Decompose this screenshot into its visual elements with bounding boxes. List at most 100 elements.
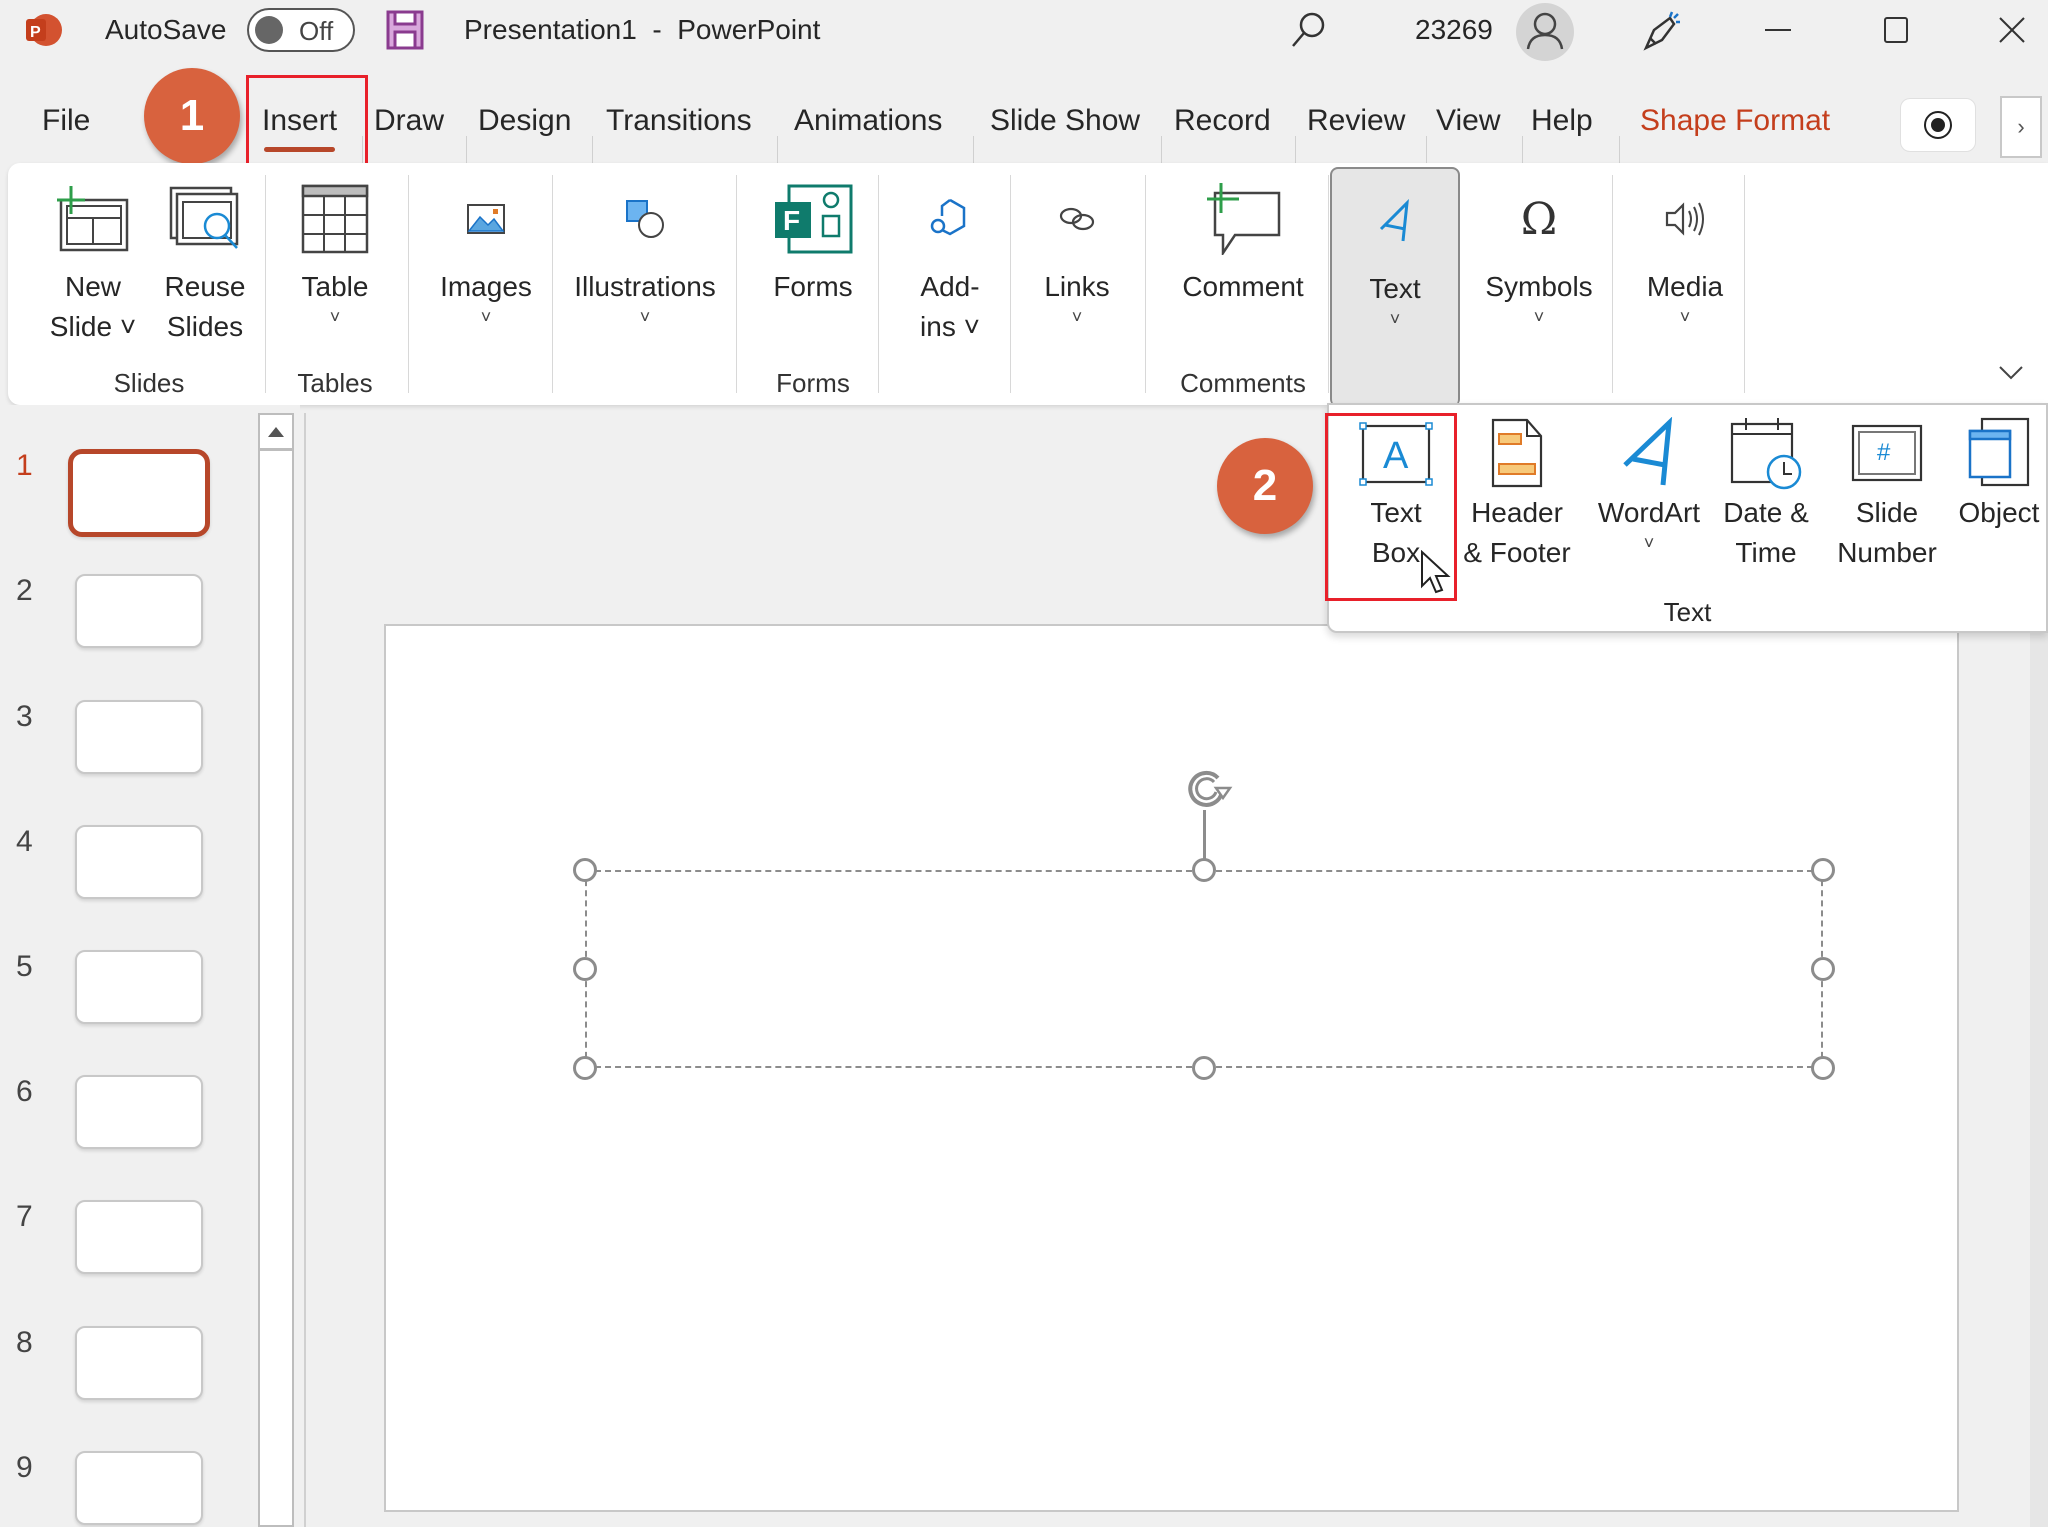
tab-review[interactable]: Review — [1303, 104, 1409, 138]
chevron-down-icon: ˅ — [1533, 307, 1545, 327]
object-button[interactable]: Object — [1949, 413, 2048, 583]
tab-record[interactable]: Record — [1170, 104, 1275, 138]
chevron-down-icon: ˅ — [329, 307, 341, 327]
slide-number-5: 5 — [16, 950, 33, 983]
powerpoint-logo-icon: P — [26, 14, 62, 46]
scroll-up-button[interactable] — [260, 415, 292, 451]
group-label-slides: Slides — [113, 368, 185, 398]
resize-handle-bottom-left[interactable] — [573, 1056, 597, 1080]
wordart-a-icon — [1379, 199, 1409, 242]
tab-animations[interactable]: Animations — [790, 104, 946, 138]
images-icon — [467, 204, 505, 234]
chevron-right-icon: › — [2017, 114, 2025, 139]
comment-label: Comment — [1182, 271, 1304, 302]
resize-handle-bottom[interactable] — [1192, 1056, 1216, 1080]
svg-text:#: # — [1877, 439, 1891, 466]
object-label: Object — [1958, 497, 2040, 528]
group-separator — [1145, 175, 1146, 393]
resize-handle-left[interactable] — [573, 957, 597, 981]
add-ins-button[interactable]: Add- ins ˅ — [888, 163, 1012, 405]
slide-thumbnail[interactable] — [75, 950, 203, 1024]
header-footer-label-2: & Footer — [1463, 537, 1571, 568]
vertical-scrollbar[interactable] — [2030, 620, 2048, 1527]
slide-thumbnail[interactable] — [75, 1075, 203, 1149]
tab-help[interactable]: Help — [1527, 104, 1597, 138]
triangle-up-icon — [268, 426, 284, 437]
pane-divider[interactable] — [304, 413, 306, 1527]
tab-design[interactable]: Design — [474, 104, 575, 138]
text-button[interactable]: Text ˅ — [1330, 167, 1460, 407]
slide-thumbnail[interactable] — [75, 700, 203, 774]
slide-canvas[interactable] — [384, 624, 1959, 1512]
minimize-button[interactable] — [1750, 6, 1806, 54]
tab-shape-format[interactable]: Shape Format — [1636, 104, 1834, 138]
header-footer-button[interactable]: Header & Footer — [1457, 413, 1577, 583]
step-2-badge: 2 — [1217, 438, 1313, 534]
rotate-handle-icon[interactable] — [1178, 762, 1234, 818]
autosave-label: AutoSave — [105, 14, 227, 45]
tab-transitions[interactable]: Transitions — [602, 104, 756, 138]
wordart-button[interactable]: WordArt ˅ — [1591, 413, 1707, 583]
wordart-label: WordArt — [1597, 497, 1701, 528]
autosave-state: Off — [299, 16, 334, 46]
tab-view[interactable]: View — [1432, 104, 1504, 138]
date-time-button[interactable]: Date & Time — [1711, 413, 1821, 583]
links-label: Links — [1044, 271, 1110, 302]
group-separator — [878, 175, 879, 393]
save-icon[interactable] — [386, 10, 424, 50]
slide-thumbnail[interactable] — [68, 449, 210, 537]
images-button[interactable]: Images ˅ — [426, 163, 546, 405]
tab-draw[interactable]: Draw — [370, 104, 448, 138]
ribbon-scroll-right-button[interactable]: › — [2000, 96, 2042, 158]
forms-icon: F — [775, 184, 853, 254]
slide-number-2: 2 — [16, 574, 33, 607]
resize-handle-top[interactable] — [1192, 858, 1216, 882]
group-separator — [265, 175, 266, 393]
designer-icon[interactable] — [1640, 8, 1686, 54]
tab-file[interactable]: File — [38, 104, 94, 138]
slide-number-7: 7 — [16, 1200, 33, 1233]
text-box-placeholder[interactable] — [585, 870, 1823, 1068]
calendar-clock-icon — [1730, 418, 1802, 490]
slide-thumbnail[interactable] — [75, 1326, 203, 1400]
slide-thumbnail[interactable] — [75, 1200, 203, 1274]
search-icon[interactable] — [1288, 10, 1328, 50]
header-footer-icon — [1491, 418, 1543, 488]
omega-icon: Ω — [1520, 193, 1558, 245]
slide-thumbnail[interactable] — [75, 574, 203, 648]
slide-thumbnail[interactable] — [75, 1451, 203, 1525]
slide-thumbnail[interactable] — [75, 825, 203, 899]
slide-number-9: 9 — [16, 1451, 33, 1484]
close-button[interactable] — [1984, 6, 2040, 54]
group-label-forms: Forms — [776, 368, 850, 398]
resize-handle-top-left[interactable] — [573, 858, 597, 882]
speaker-icon — [1665, 202, 1704, 236]
ribbon-insert: New Slide ˅ Reuse Slides Slides Table ˅ … — [8, 163, 2048, 407]
group-separator — [408, 175, 409, 393]
media-button[interactable]: Media ˅ — [1620, 163, 1750, 405]
illustrations-button[interactable]: Illustrations ˅ — [560, 163, 730, 405]
autosave-toggle[interactable]: Off — [247, 8, 355, 52]
slide-number-icon: # — [1851, 424, 1923, 482]
chevron-down-icon: ˅ — [1643, 533, 1655, 553]
links-button[interactable]: Links ˅ — [1022, 163, 1132, 405]
chevron-down-icon: ˅ — [1071, 307, 1083, 327]
tab-slide-show[interactable]: Slide Show — [986, 104, 1144, 138]
maximize-button[interactable] — [1868, 6, 1924, 54]
resize-handle-right[interactable] — [1811, 957, 1835, 981]
user-avatar[interactable] — [1516, 3, 1574, 61]
slide-number-8: 8 — [16, 1326, 33, 1359]
thumbnails-scrollbar[interactable] — [258, 413, 294, 1527]
svg-text:F: F — [783, 205, 800, 236]
record-button[interactable] — [1900, 98, 1976, 152]
resize-handle-top-right[interactable] — [1811, 858, 1835, 882]
group-separator — [1612, 175, 1613, 393]
slide-number-label-1: Slide — [1855, 497, 1919, 528]
resize-handle-bottom-right[interactable] — [1811, 1056, 1835, 1080]
header-footer-label-1: Header — [1471, 497, 1563, 528]
slide-number-button[interactable]: # Slide Number — [1827, 413, 1947, 583]
symbols-button[interactable]: Ω Symbols ˅ — [1474, 163, 1604, 405]
collapse-ribbon-button[interactable] — [1998, 355, 2024, 389]
group-separator — [1328, 175, 1329, 393]
close-icon — [1999, 17, 2025, 43]
